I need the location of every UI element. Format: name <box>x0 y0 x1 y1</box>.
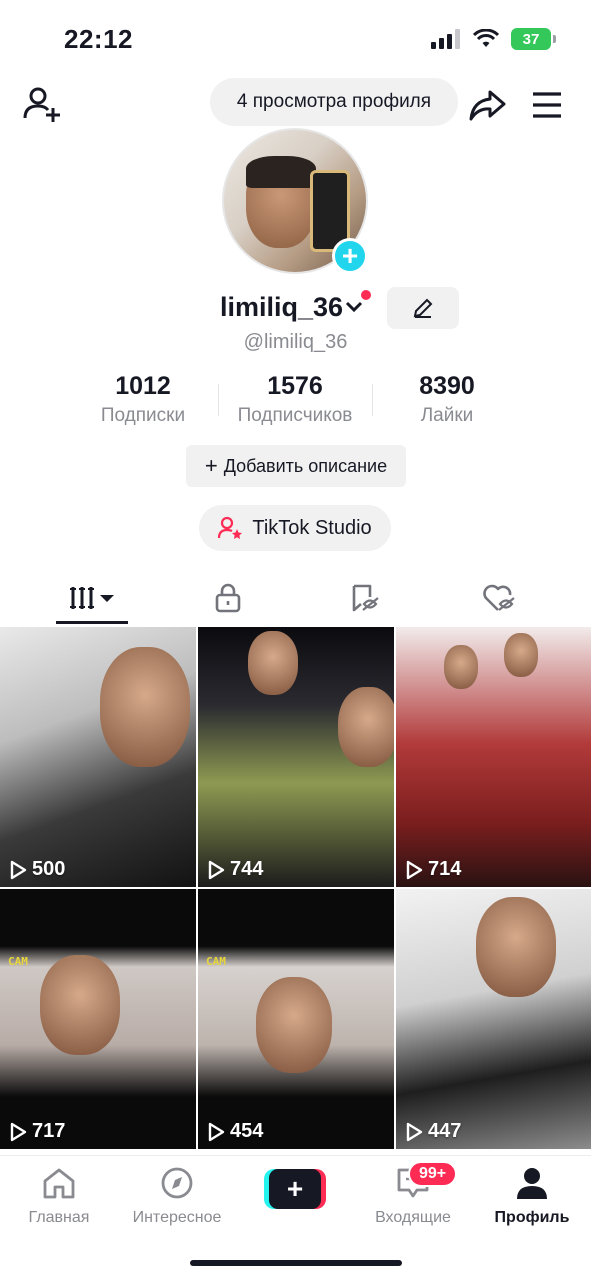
thumbnail-subject <box>504 633 538 677</box>
thumbnail-subject <box>338 687 394 767</box>
tiktok-studio-button[interactable]: TikTok Studio <box>199 505 391 551</box>
bookmark-hidden-icon <box>352 584 379 612</box>
view-count-value: 454 <box>230 1120 264 1142</box>
pencil-icon <box>413 298 433 318</box>
view-count: 717 <box>8 1120 65 1143</box>
add-friend-icon[interactable] <box>22 84 64 126</box>
view-count: 714 <box>404 858 461 881</box>
stat-label: Подписчиков <box>237 405 353 426</box>
nav-discover-label: Интересное <box>132 1209 222 1226</box>
stat-following[interactable]: 1012 Подписки <box>63 372 223 427</box>
video-thumbnail[interactable]: 447 <box>396 889 591 1149</box>
nav-discover[interactable]: Интересное <box>118 1166 236 1227</box>
view-count: 447 <box>404 1120 461 1143</box>
video-thumbnail[interactable]: CAM 717 <box>0 889 196 1149</box>
add-story-plus-icon[interactable]: + <box>332 238 368 274</box>
stat-label: Подписки <box>100 405 186 426</box>
tab-liked[interactable] <box>468 570 532 626</box>
share-icon[interactable] <box>468 86 506 124</box>
thumbnail-subject <box>444 645 478 689</box>
view-count-value: 500 <box>32 858 66 880</box>
add-description-label: Добавить описание <box>223 455 388 476</box>
view-count-value: 744 <box>230 858 264 880</box>
notification-dot <box>361 290 371 300</box>
stat-label: Лайки <box>420 405 474 426</box>
stat-value: 1576 <box>267 372 323 400</box>
nav-profile-label: Профиль <box>494 1209 570 1226</box>
wifi-icon <box>473 29 499 47</box>
play-icon <box>406 860 423 879</box>
status-icons: 37 <box>431 28 556 50</box>
video-grid: 500 744 714 CAM 717 CAM 454 447 <box>0 627 591 1149</box>
view-count: 500 <box>8 858 65 881</box>
profile-views-button[interactable]: 4 просмотра профиля <box>210 78 458 126</box>
nav-profile[interactable]: Профиль <box>473 1166 591 1227</box>
avatar-hair <box>246 156 316 188</box>
play-icon <box>406 1122 423 1141</box>
stat-followers[interactable]: 1576 Подписчиков <box>215 372 375 427</box>
battery-indicator: 37 <box>511 28 556 50</box>
view-count-value: 447 <box>428 1120 462 1142</box>
play-icon <box>208 1122 225 1141</box>
thumbnail-subject <box>100 647 190 767</box>
create-button[interactable]: + <box>264 1169 326 1209</box>
compass-icon <box>161 1167 193 1199</box>
lock-icon <box>215 583 241 613</box>
cam-overlay-label: CAM <box>8 955 28 968</box>
cam-overlay-label: CAM <box>206 955 226 968</box>
studio-person-star-icon <box>218 516 243 539</box>
add-description-button[interactable]: + Добавить описание <box>186 445 406 487</box>
view-count: 454 <box>206 1120 263 1143</box>
username[interactable]: limiliq_36 <box>220 292 343 323</box>
view-count: 744 <box>206 858 263 881</box>
thumbnail-subject <box>248 631 298 695</box>
signal-icon <box>431 29 460 49</box>
play-icon <box>10 860 27 879</box>
tab-private[interactable] <box>197 570 259 626</box>
videos-grid-icon <box>70 587 114 609</box>
thumbnail-subject <box>256 977 332 1073</box>
heart-hidden-icon <box>483 584 515 611</box>
view-count-value: 714 <box>428 858 462 880</box>
video-thumbnail[interactable]: 744 <box>198 627 394 887</box>
stat-value: 1012 <box>115 372 171 400</box>
battery-level: 37 <box>522 30 540 48</box>
thumbnail-subject <box>476 897 556 997</box>
video-thumbnail[interactable]: 714 <box>396 627 591 887</box>
play-icon <box>10 1122 27 1141</box>
profile-icon <box>517 1168 547 1199</box>
nav-inbox-label: Входящие <box>375 1209 451 1226</box>
tiktok-studio-label: TikTok Studio <box>252 516 372 539</box>
active-tab-indicator <box>56 621 128 624</box>
tab-videos[interactable] <box>56 570 128 626</box>
home-icon <box>43 1168 75 1199</box>
status-time: 22:12 <box>64 24 133 54</box>
home-indicator <box>190 1260 402 1266</box>
edit-profile-button[interactable] <box>387 287 459 329</box>
nav-home-label: Главная <box>28 1209 90 1226</box>
video-thumbnail[interactable]: 500 <box>0 627 196 887</box>
thumbnail-subject <box>40 955 120 1055</box>
inbox-badge: 99+ <box>408 1161 458 1187</box>
chevron-down-icon[interactable] <box>345 300 363 314</box>
view-count-value: 717 <box>32 1120 66 1142</box>
nav-home[interactable]: Главная <box>0 1166 118 1227</box>
user-handle: @limiliq_36 <box>243 331 348 353</box>
stat-likes[interactable]: 8390 Лайки <box>367 372 527 427</box>
play-icon <box>208 860 225 879</box>
stat-value: 8390 <box>419 372 475 400</box>
video-thumbnail[interactable]: CAM 454 <box>198 889 394 1149</box>
tab-reposts[interactable] <box>335 570 397 626</box>
plus-icon: + <box>269 1169 321 1209</box>
plus-icon: + <box>204 453 218 478</box>
menu-icon[interactable] <box>530 88 564 122</box>
